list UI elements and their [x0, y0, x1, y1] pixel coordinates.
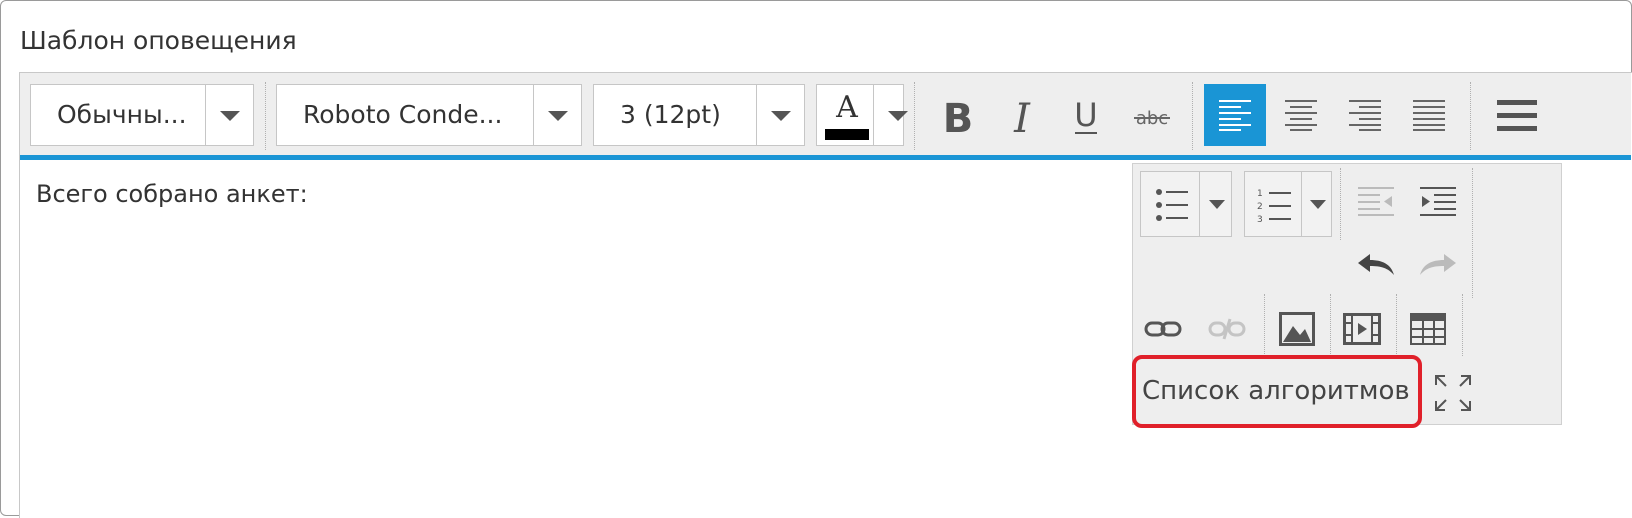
image-icon: [1279, 312, 1315, 346]
font-size-select[interactable]: 3 (12pt): [593, 84, 805, 146]
algorithms-list-button[interactable]: Список алгоритмов: [1132, 355, 1422, 428]
toolbar-divider: [265, 82, 266, 150]
underline-icon: U: [1074, 96, 1098, 134]
toolbar-divider: [1396, 294, 1397, 356]
fullscreen-button[interactable]: [1430, 370, 1476, 416]
toolbar-divider: [1340, 168, 1341, 240]
toolbar-divider: [1470, 82, 1471, 150]
toolbar-accent-line: [20, 155, 1631, 160]
undo-button[interactable]: [1348, 242, 1404, 286]
align-left-button[interactable]: [1204, 84, 1266, 146]
toolbar-divider: [1192, 82, 1193, 150]
toolbar-divider: [1330, 294, 1331, 356]
insert-image-button[interactable]: [1272, 304, 1322, 354]
toolbar-divider: [914, 82, 915, 150]
svg-text:B: B: [943, 96, 974, 138]
italic-button[interactable]: I: [996, 88, 1048, 144]
insert-link-button[interactable]: [1140, 306, 1186, 352]
indent-icon: [1420, 187, 1456, 216]
redo-icon: [1420, 254, 1456, 275]
bold-icon: B: [943, 96, 974, 138]
more-tools-button[interactable]: [1486, 84, 1548, 146]
chevron-down-icon[interactable]: [873, 85, 908, 145]
svg-text:A: A: [835, 90, 858, 125]
format-select[interactable]: Обычны...: [30, 84, 254, 146]
toolbar-divider: [1264, 294, 1265, 356]
table-icon: [1410, 313, 1446, 345]
unlink-icon: [1208, 318, 1246, 340]
format-select-value: Обычны...: [57, 100, 187, 129]
font-color-icon: A: [825, 90, 869, 140]
remove-link-button[interactable]: [1204, 306, 1250, 352]
algorithms-list-label: Список алгоритмов: [1142, 376, 1410, 406]
chevron-down-icon[interactable]: [756, 85, 804, 145]
chevron-down-icon[interactable]: [533, 85, 581, 145]
fullscreen-icon: [1435, 375, 1471, 411]
font-family-select[interactable]: Roboto Conde...: [276, 84, 582, 146]
indent-button[interactable]: [1410, 176, 1466, 226]
align-center-button[interactable]: [1270, 84, 1332, 146]
font-size-value: 3 (12pt): [620, 100, 721, 129]
link-icon: [1144, 321, 1182, 337]
chevron-down-icon[interactable]: [1301, 172, 1333, 236]
underline-button[interactable]: U: [1060, 88, 1112, 144]
align-justify-button[interactable]: [1398, 84, 1460, 146]
video-icon: [1343, 313, 1381, 345]
font-color-button[interactable]: A: [816, 84, 908, 146]
strikethrough-button[interactable]: abc: [1124, 88, 1180, 144]
italic-icon: I: [1013, 96, 1031, 138]
bullet-list-button[interactable]: [1140, 171, 1232, 237]
font-family-value: Roboto Conde...: [303, 100, 503, 129]
numbered-list-icon: 1 2 3: [1257, 189, 1291, 224]
svg-text:U: U: [1074, 96, 1097, 134]
chevron-down-icon[interactable]: [205, 85, 253, 145]
bold-button[interactable]: B: [932, 88, 984, 144]
hamburger-menu-icon: [1497, 100, 1537, 131]
toolbar-divider: [1462, 294, 1463, 356]
svg-text:2: 2: [1257, 202, 1263, 212]
svg-text:3: 3: [1257, 215, 1263, 224]
svg-text:I: I: [1013, 96, 1031, 138]
editor-content[interactable]: Всего собрано анкет:: [36, 180, 308, 208]
numbered-list-button[interactable]: 1 2 3: [1244, 171, 1332, 237]
panel-title: Шаблон оповещения: [20, 26, 297, 55]
undo-icon: [1358, 254, 1394, 275]
redo-button[interactable]: [1410, 242, 1466, 286]
strikethrough-icon: abc: [1134, 108, 1170, 129]
bullet-list-icon: [1156, 189, 1188, 221]
align-justify-icon: [1413, 100, 1445, 131]
insert-table-button[interactable]: [1402, 304, 1454, 354]
outdent-button[interactable]: [1348, 176, 1404, 226]
insert-video-button[interactable]: [1336, 304, 1388, 354]
outdent-icon: [1358, 187, 1394, 216]
align-left-icon: [1219, 100, 1251, 131]
align-center-icon: [1285, 100, 1317, 131]
svg-text:1: 1: [1257, 189, 1263, 199]
toolbar-divider: [1472, 168, 1473, 298]
align-right-button[interactable]: [1334, 84, 1396, 146]
align-right-icon: [1349, 100, 1381, 131]
chevron-down-icon[interactable]: [1199, 172, 1233, 236]
